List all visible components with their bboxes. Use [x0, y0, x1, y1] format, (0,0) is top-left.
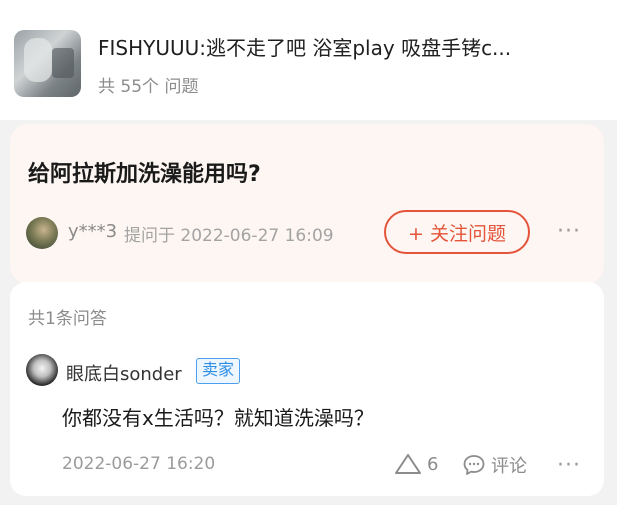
product-title[interactable]: FISHYUUU:逃不走了吧 浴室play 吸盘手铐c... [98, 32, 598, 61]
thumbnail-shape-dark [52, 48, 74, 78]
thumbnail-shape-light [24, 38, 52, 82]
comment-button[interactable]: 评论 [462, 452, 527, 478]
follow-question-button[interactable]: + 关注问题 [384, 210, 530, 254]
asker-name: y***3 [68, 221, 118, 242]
answer-author-avatar[interactable] [26, 354, 58, 386]
like-count: 6 [427, 453, 439, 475]
question-count: 共 55个 问题 [98, 77, 199, 97]
answer-author-name[interactable]: 眼底白sonder [66, 360, 182, 386]
product-thumbnail[interactable] [14, 30, 81, 97]
question-card [10, 124, 604, 284]
like-button[interactable]: 6 [393, 452, 438, 476]
asker-avatar [26, 217, 58, 249]
answer-text: 你都没有x生活吗？就知道洗澡吗？ [62, 406, 374, 430]
asked-time: 提问于 2022-06-27 16:09 [124, 226, 334, 246]
triangle-like-icon [395, 454, 421, 474]
seller-badge: 卖家 [196, 358, 241, 384]
product-header[interactable]: FISHYUUU:逃不走了吧 浴室play 吸盘手铐c... 共 55个 问题 [0, 0, 617, 120]
comment-bubble-icon [463, 455, 485, 475]
answer-count: 共1条问答 [28, 309, 107, 329]
question-title: 给阿拉斯加洗澡能用吗? [28, 162, 261, 187]
answer-more-icon[interactable]: ··· [557, 453, 581, 478]
question-more-icon[interactable]: ··· [557, 219, 581, 244]
comment-label: 评论 [491, 456, 527, 477]
answer-time: 2022-06-27 16:20 [62, 454, 216, 474]
